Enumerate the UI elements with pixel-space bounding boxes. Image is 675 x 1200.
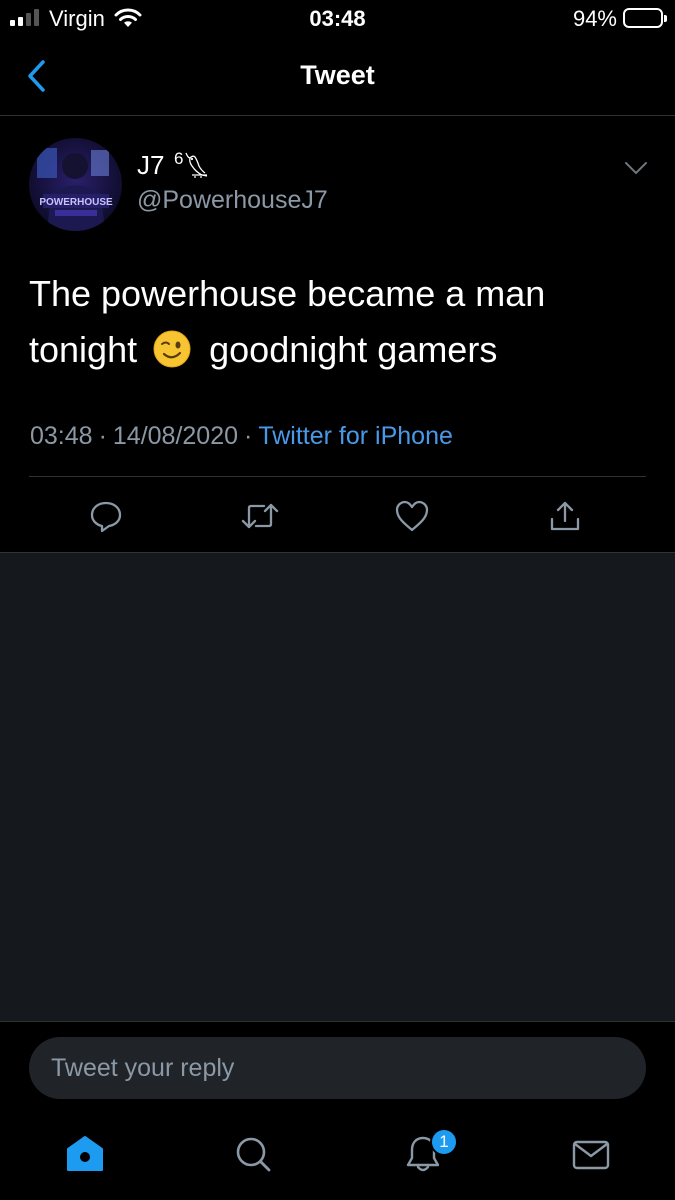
avatar-text: POWERHOUSE [39,197,113,208]
winking-face-icon [153,328,191,368]
messages-icon [572,1140,610,1170]
nav-bar: Tweet [0,40,675,116]
replies-area [0,553,675,1021]
reply-button[interactable] [86,496,126,536]
share-button[interactable] [545,496,585,536]
author-handle[interactable]: @PowerhouseJ7 [137,186,328,215]
author-display-name[interactable]: J7 [137,150,164,181]
status-bar: Virgin 03:48 94% [0,0,675,40]
avatar[interactable]: POWERHOUSE [29,138,122,231]
name-suffix: 6 [174,149,184,168]
tab-home[interactable] [63,1132,107,1176]
battery-icon [623,8,667,28]
meta-separator: · [98,422,107,450]
search-icon [236,1137,271,1172]
tweet-source-link[interactable]: Twitter for iPhone [258,422,453,450]
chevron-down-icon [625,162,647,175]
home-icon [67,1136,103,1171]
tweet-text: The powerhouse became a man tonight good… [29,266,649,378]
retweet-button[interactable] [240,496,280,536]
tab-search[interactable] [231,1132,275,1176]
author-name-extra[interactable]: 6 [174,150,209,178]
tweet-text-part-2: goodnight gamers [209,329,498,370]
page-title: Tweet [300,60,375,90]
screen: Virgin 03:48 94% Tweet POWERHOUSE J7 6 @… [0,0,675,1200]
retweet-icon [241,503,279,529]
meta-separator: · [244,422,253,450]
tweet-meta: 03:48 · 14/08/2020 · Twitter for iPhone [30,422,453,451]
share-icon [550,501,580,531]
tweet-time: 03:48 [30,422,93,450]
reply-bar [0,1021,675,1116]
battery-percent: 94% [572,6,617,31]
tab-messages[interactable] [569,1132,613,1176]
divider [29,476,646,477]
reply-input[interactable] [29,1037,646,1099]
tweet-actions [0,496,675,536]
reply-icon [90,501,122,533]
like-icon [395,500,429,532]
tweet-options-button[interactable] [621,156,651,180]
notification-badge: 1 [430,1128,458,1156]
owl-icon [185,152,208,178]
tweet-date: 14/08/2020 [112,422,239,450]
tweet-detail: POWERHOUSE J7 6 @PowerhouseJ7 The powerh… [0,116,675,553]
like-button[interactable] [392,496,432,536]
tab-bar: 1 [0,1116,675,1200]
